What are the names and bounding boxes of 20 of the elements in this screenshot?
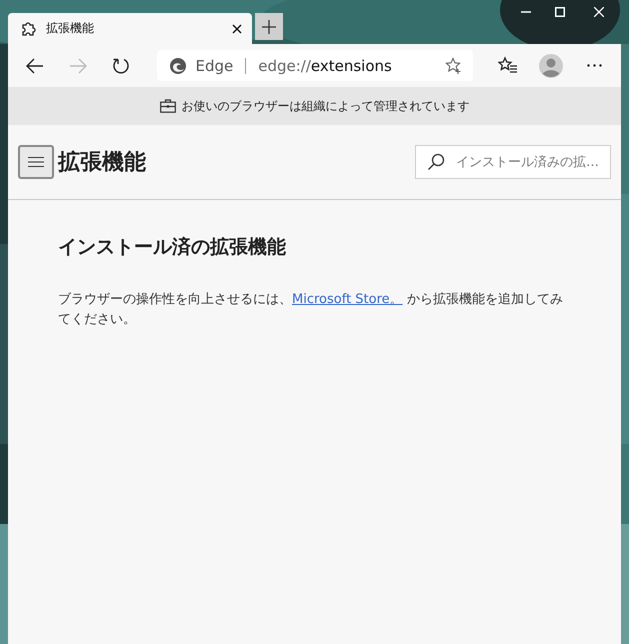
menu-icon [28, 156, 44, 168]
info-text: お使いのブラウザーは組織によって管理されています [182, 98, 470, 114]
page-title: 拡張機能 [58, 149, 146, 177]
more-icon [586, 64, 602, 67]
search-icon [427, 153, 445, 171]
store-link[interactable]: Microsoft Store。 [292, 292, 403, 307]
menu-button[interactable] [18, 145, 54, 179]
avatar-icon [539, 54, 564, 78]
favorites-list-icon [498, 56, 518, 76]
empty-state-message: ブラウザーの操作性を向上させるには、Microsoft Store。 から拡張機能を追加してみてください。 [58, 291, 564, 329]
back-arrow-icon [24, 56, 45, 76]
forward-arrow-icon [68, 56, 88, 76]
url-text: edge://extensions [258, 56, 392, 74]
section-title: インストール済の拡張機能 [58, 235, 287, 260]
site-label: Edge [195, 56, 234, 74]
search-field[interactable]: インストール済みの拡… [415, 145, 611, 179]
add-favorite-icon[interactable] [445, 56, 464, 74]
edge-logo-icon [169, 56, 188, 74]
briefcase-icon [160, 99, 176, 113]
address-bar[interactable]: Edge edge://extensions [157, 50, 474, 81]
